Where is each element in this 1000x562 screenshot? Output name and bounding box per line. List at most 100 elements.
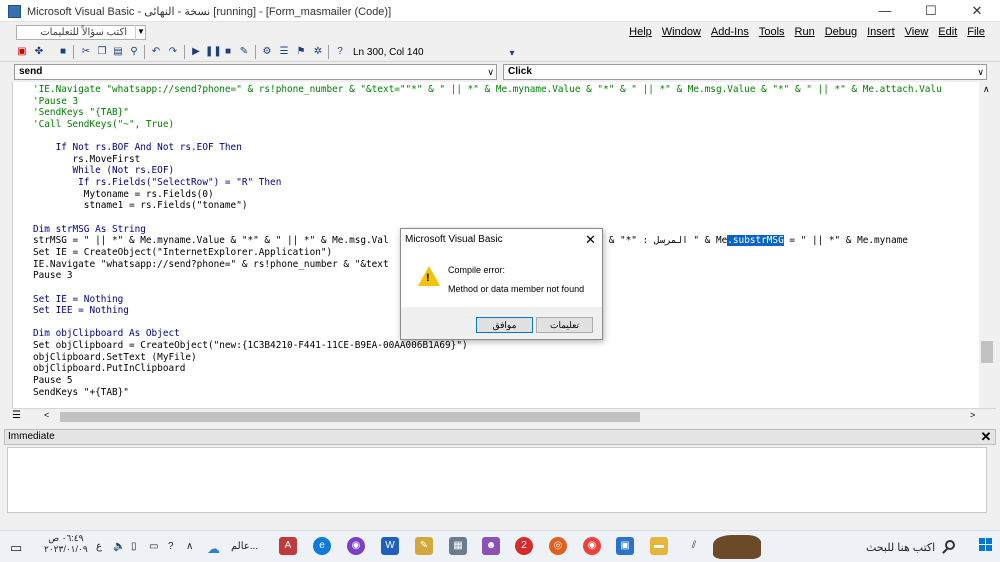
- windows-start-icon[interactable]: [979, 538, 993, 552]
- code-line[interactable]: 'SendKeys "{TAB}": [33, 107, 942, 119]
- vba-app-icon: [8, 5, 21, 18]
- object-browser-icon[interactable]: ⚑: [294, 45, 308, 59]
- taskbar-search-input[interactable]: اكتب هنا للبحث: [866, 541, 935, 554]
- code-line[interactable]: If Not rs.BOF And Not rs.EOF Then: [33, 142, 942, 154]
- edge-browser-icon[interactable]: e: [313, 537, 331, 555]
- menu-tools[interactable]: Tools: [754, 26, 790, 38]
- reset-icon[interactable]: ■: [221, 45, 235, 59]
- code-line[interactable]: objClipboard.PutInClipboard: [33, 363, 942, 375]
- code-line[interactable]: 'Pause 3: [33, 96, 942, 108]
- horizontal-scroll-thumb[interactable]: [60, 412, 640, 422]
- menu-insert[interactable]: Insert: [862, 26, 900, 38]
- access-app-icon[interactable]: A: [279, 537, 297, 555]
- scroll-up-icon[interactable]: ∧: [983, 84, 990, 95]
- minimize-button[interactable]: —: [862, 0, 908, 22]
- compile-error-dialog: Microsoft Visual Basic ✕ ! Compile error…: [400, 228, 603, 340]
- menu-window[interactable]: Window: [657, 26, 706, 38]
- file-explorer-icon[interactable]: ▬: [650, 537, 668, 555]
- help-icon[interactable]: ?: [333, 45, 347, 59]
- access-view-icon[interactable]: ▣: [15, 45, 29, 59]
- close-button[interactable]: ✕: [954, 0, 1000, 22]
- menu-run[interactable]: Run: [790, 26, 820, 38]
- code-line[interactable]: Set objClipboard = CreateObject("new:{1C…: [33, 340, 942, 352]
- store-app-icon[interactable]: ▣: [616, 537, 634, 555]
- find-icon[interactable]: ⚲: [127, 45, 141, 59]
- weather-label[interactable]: عالم...: [231, 541, 258, 552]
- immediate-window[interactable]: [7, 447, 987, 513]
- code-line[interactable]: [33, 131, 942, 143]
- save-icon[interactable]: ■: [56, 45, 70, 59]
- properties-icon[interactable]: ☰: [277, 45, 291, 59]
- chrome-browser-icon[interactable]: ◉: [583, 537, 601, 555]
- weather-icon[interactable]: ☁: [207, 541, 220, 557]
- menu-file[interactable]: File: [962, 26, 990, 38]
- code-line[interactable]: Mytoname = rs.Fields(0): [33, 189, 942, 201]
- procedure-combo-value: Click: [508, 66, 532, 77]
- maximize-button[interactable]: ☐: [908, 0, 954, 22]
- task-view-icon[interactable]: ⫽: [685, 537, 703, 555]
- paste-icon[interactable]: ▤: [111, 45, 125, 59]
- redo-icon[interactable]: ↷: [166, 45, 180, 59]
- code-line[interactable]: If rs.Fields("SelectRow") = "R" Then: [33, 177, 942, 189]
- menu-addins[interactable]: Add-Ins: [706, 26, 754, 38]
- firefox-browser-icon[interactable]: ◎: [549, 537, 567, 555]
- toolbox-icon[interactable]: ✲: [311, 45, 325, 59]
- insert-module-icon[interactable]: ✤: [32, 45, 46, 59]
- undo-icon[interactable]: ↶: [149, 45, 163, 59]
- show-hidden-icons[interactable]: ∧: [186, 541, 193, 552]
- chevron-down-icon[interactable]: ∨: [977, 65, 984, 79]
- menu-edit[interactable]: Edit: [933, 26, 962, 38]
- toolbar-options-icon[interactable]: ▾: [505, 47, 519, 61]
- object-combo[interactable]: send ∨: [14, 64, 497, 80]
- toolbar-separator: [255, 45, 256, 59]
- code-text: strMSG = " || *" & Me.myname.Value & "*"…: [33, 235, 728, 247]
- cursor-position-status: Ln 300, Col 140: [353, 47, 424, 58]
- window-title: Microsoft Visual Basic - نسخة - النهائى …: [27, 6, 392, 18]
- help-circle-icon[interactable]: ?: [168, 541, 174, 552]
- copy-icon[interactable]: ❐: [95, 45, 109, 59]
- menu-help[interactable]: Help: [624, 26, 657, 38]
- code-line[interactable]: 'Call SendKeys("~", True): [33, 119, 942, 131]
- immediate-close-button[interactable]: ✕: [979, 430, 993, 444]
- procedure-combo[interactable]: Click ∨: [503, 64, 987, 80]
- help-button[interactable]: تعليمات: [536, 317, 593, 333]
- cut-icon[interactable]: ✂: [79, 45, 93, 59]
- project-explorer-icon[interactable]: ⚙: [260, 45, 274, 59]
- help-search-input[interactable]: اكتب سؤالاً للتعليمات: [16, 25, 146, 40]
- notifications-icon[interactable]: ▭: [10, 540, 22, 556]
- code-line[interactable]: [33, 212, 942, 224]
- dialog-close-button[interactable]: ✕: [585, 232, 596, 248]
- design-mode-icon[interactable]: ✎: [237, 45, 251, 59]
- procedure-view-icon[interactable]: ☰: [12, 410, 21, 421]
- break-icon[interactable]: ❚❚: [205, 45, 222, 59]
- menu-view[interactable]: View: [900, 26, 934, 38]
- run-icon[interactable]: ▶: [189, 45, 203, 59]
- volume-icon[interactable]: 🔈: [113, 541, 125, 552]
- network-icon[interactable]: ▯: [131, 541, 137, 552]
- clock[interactable]: ٠٦:٤٩ ص ٢٠٢٣/٠١/٠٩: [44, 533, 88, 555]
- messaging-app-icon[interactable]: ◉: [347, 537, 365, 555]
- warning-icon-mark: !: [426, 272, 430, 284]
- code-line[interactable]: 'IE.Navigate "whatsapp://send?phone=" & …: [33, 84, 942, 96]
- menu-debug[interactable]: Debug: [820, 26, 862, 38]
- bison-widget-image[interactable]: [713, 535, 761, 559]
- ok-button[interactable]: موافق: [476, 317, 533, 333]
- chevron-down-icon[interactable]: ▼: [135, 25, 146, 40]
- code-line[interactable]: stname1 = rs.Fields("toname"): [33, 200, 942, 212]
- chevron-down-icon[interactable]: ∨: [487, 65, 494, 79]
- scroll-left-icon[interactable]: <: [44, 410, 49, 420]
- app-icon-2[interactable]: 2: [515, 537, 533, 555]
- code-line[interactable]: While (Not rs.EOF): [33, 165, 942, 177]
- code-line[interactable]: rs.MoveFirst: [33, 154, 942, 166]
- scroll-right-icon[interactable]: >: [970, 410, 975, 420]
- battery-icon[interactable]: ▭: [149, 541, 158, 552]
- paint-app-icon[interactable]: ✎: [415, 537, 433, 555]
- code-line[interactable]: Pause 5: [33, 375, 942, 387]
- calculator-icon[interactable]: ▦: [449, 537, 467, 555]
- code-line[interactable]: objClipboard.SetText (MyFile): [33, 352, 942, 364]
- vertical-scroll-thumb[interactable]: [981, 341, 993, 363]
- game-app-icon[interactable]: ☻: [482, 537, 500, 555]
- language-indicator[interactable]: ع: [96, 541, 102, 552]
- word-app-icon[interactable]: W: [381, 537, 399, 555]
- code-line[interactable]: SendKeys "+{TAB}": [33, 387, 942, 399]
